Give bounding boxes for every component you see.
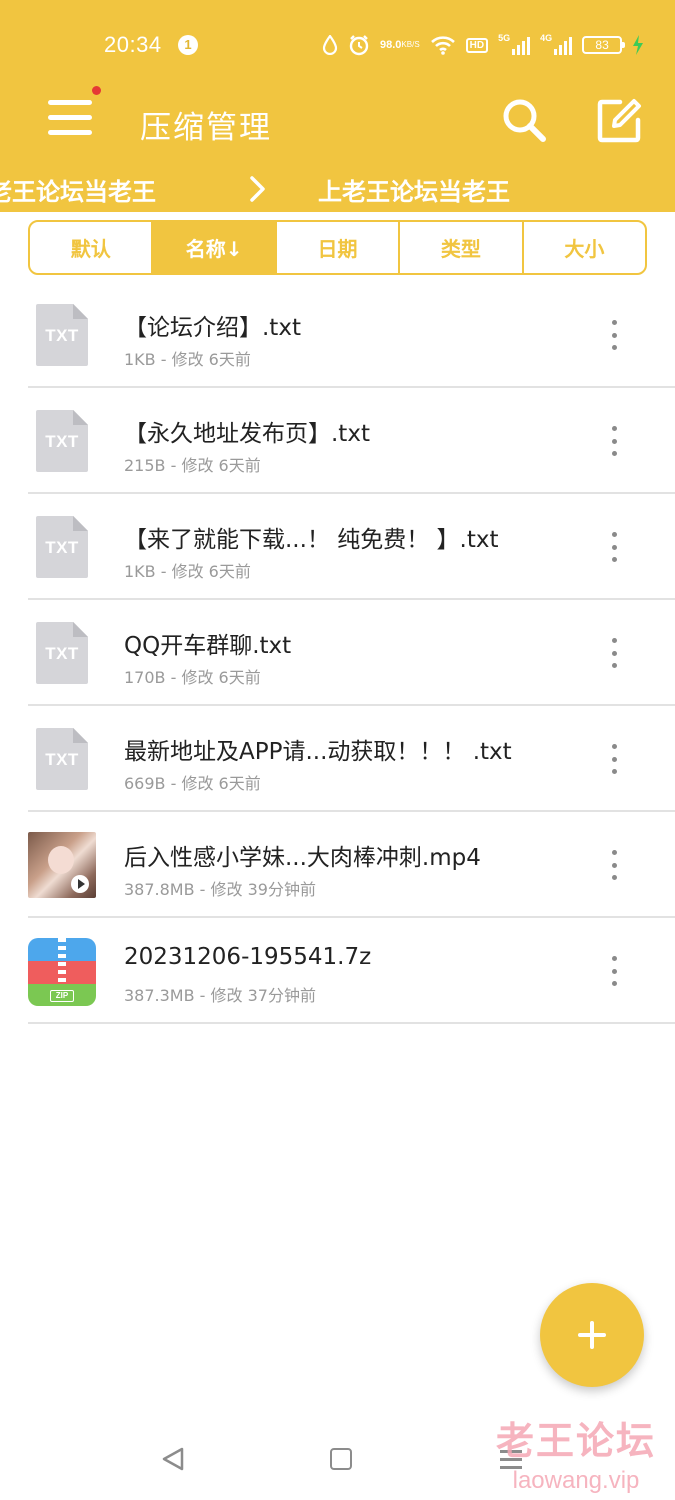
sort-tab-name[interactable]: 名称↓ xyxy=(153,222,277,273)
breadcrumb: 老王论坛当老王 上老王论坛当老王 xyxy=(0,166,675,212)
list-item[interactable]: TXT 【永久地址发布页】.txt 215B - 修改 6天前 xyxy=(28,388,675,494)
more-options-icon[interactable] xyxy=(602,532,626,562)
file-meta: 215B - 修改 6天前 xyxy=(124,456,261,475)
file-name: 最新地址及APP请...动获取！！！ .txt xyxy=(124,739,512,765)
edit-icon[interactable] xyxy=(596,98,642,144)
charging-icon xyxy=(632,35,644,55)
list-item[interactable]: 后入性感小学妹...大肉棒冲刺.mp4 387.8MB - 修改 39分钟前 xyxy=(28,812,675,918)
chevron-right-icon xyxy=(246,174,270,204)
watermark-url: laowang.vip xyxy=(512,1467,640,1494)
file-name: 【来了就能下载...！ 纯免费！ 】.txt xyxy=(124,527,499,553)
more-options-icon[interactable] xyxy=(602,850,626,880)
more-options-icon[interactable] xyxy=(602,320,626,350)
txt-file-icon: TXT xyxy=(36,728,88,790)
file-name: 20231206-195541.7z xyxy=(124,944,372,970)
more-options-icon[interactable] xyxy=(602,956,626,986)
net-speed: 98.0 KB/S xyxy=(380,39,420,51)
add-button[interactable] xyxy=(540,1283,644,1387)
status-icons: 98.0 KB/S HD 5G 4G 83 xyxy=(322,30,644,60)
video-thumbnail-icon xyxy=(28,832,96,898)
app-bar: 压缩管理 xyxy=(0,86,675,160)
list-item[interactable]: TXT 最新地址及APP请...动获取！！！ .txt 669B - 修改 6天… xyxy=(28,706,675,812)
notification-badge: 1 xyxy=(178,35,198,55)
hd-badge: HD xyxy=(465,37,489,53)
txt-file-icon: TXT xyxy=(36,516,88,578)
page-title: 压缩管理 xyxy=(140,110,272,146)
search-icon[interactable] xyxy=(500,96,548,144)
sort-tab-date[interactable]: 日期 xyxy=(277,222,401,273)
list-item[interactable]: ZIP 20231206-195541.7z 387.3MB - 修改 37分钟… xyxy=(28,918,675,1024)
file-meta: 669B - 修改 6天前 xyxy=(124,774,261,793)
home-icon[interactable] xyxy=(330,1448,352,1470)
more-options-icon[interactable] xyxy=(602,426,626,456)
file-meta: 170B - 修改 6天前 xyxy=(124,668,261,687)
more-options-icon[interactable] xyxy=(602,638,626,668)
sort-tab-size[interactable]: 大小 xyxy=(524,222,645,273)
menu-notification-dot xyxy=(92,86,101,95)
file-meta: 1KB - 修改 6天前 xyxy=(124,562,251,581)
signal-4g-icon: 4G xyxy=(540,33,573,55)
play-icon xyxy=(71,875,89,893)
battery-icon: 83 xyxy=(582,36,626,54)
more-options-icon[interactable] xyxy=(602,744,626,774)
status-time: 20:34 xyxy=(104,32,162,57)
file-name: QQ开车群聊.txt xyxy=(124,633,292,659)
breadcrumb-item[interactable]: 老王论坛当老王 xyxy=(0,172,156,207)
txt-file-icon: TXT xyxy=(36,622,88,684)
file-meta: 1KB - 修改 6天前 xyxy=(124,350,251,369)
alarm-icon xyxy=(348,34,370,56)
txt-file-icon: TXT xyxy=(36,304,88,366)
status-bar: 20:34 1 98.0 KB/S HD 5G 4G 83 xyxy=(0,0,675,90)
watermark: 老王论坛 laowang.vip xyxy=(486,1410,666,1495)
file-name: 【论坛介绍】.txt xyxy=(124,315,301,341)
txt-file-icon: TXT xyxy=(36,410,88,472)
sort-bar: 默认 名称↓ 日期 类型 大小 xyxy=(28,220,647,275)
signal-5g-icon: 5G xyxy=(498,33,531,55)
file-meta: 387.3MB - 修改 37分钟前 xyxy=(124,986,316,1005)
menu-icon[interactable] xyxy=(46,94,96,144)
file-name: 【永久地址发布页】.txt xyxy=(124,421,370,447)
wifi-icon xyxy=(430,35,456,55)
list-item[interactable]: TXT QQ开车群聊.txt 170B - 修改 6天前 xyxy=(28,600,675,706)
water-drop-icon xyxy=(322,35,338,55)
back-icon[interactable] xyxy=(160,1446,186,1472)
list-item[interactable]: TXT 【论坛介绍】.txt 1KB - 修改 6天前 xyxy=(28,282,675,388)
header: 20:34 1 98.0 KB/S HD 5G 4G 83 压缩管理 老王论坛当… xyxy=(0,0,675,212)
sort-tab-type[interactable]: 类型 xyxy=(400,222,524,273)
sort-tab-default[interactable]: 默认 xyxy=(30,222,154,273)
file-list: TXT 【论坛介绍】.txt 1KB - 修改 6天前 TXT 【永久地址发布页… xyxy=(28,282,675,1024)
watermark-title: 老王论坛 xyxy=(495,1419,656,1463)
zip-archive-icon: ZIP xyxy=(28,938,96,1006)
file-meta: 387.8MB - 修改 39分钟前 xyxy=(124,880,316,899)
file-name: 后入性感小学妹...大肉棒冲刺.mp4 xyxy=(124,845,481,871)
list-item[interactable]: TXT 【来了就能下载...！ 纯免费！ 】.txt 1KB - 修改 6天前 xyxy=(28,494,675,600)
breadcrumb-item-current[interactable]: 上老王论坛当老王 xyxy=(318,172,510,207)
